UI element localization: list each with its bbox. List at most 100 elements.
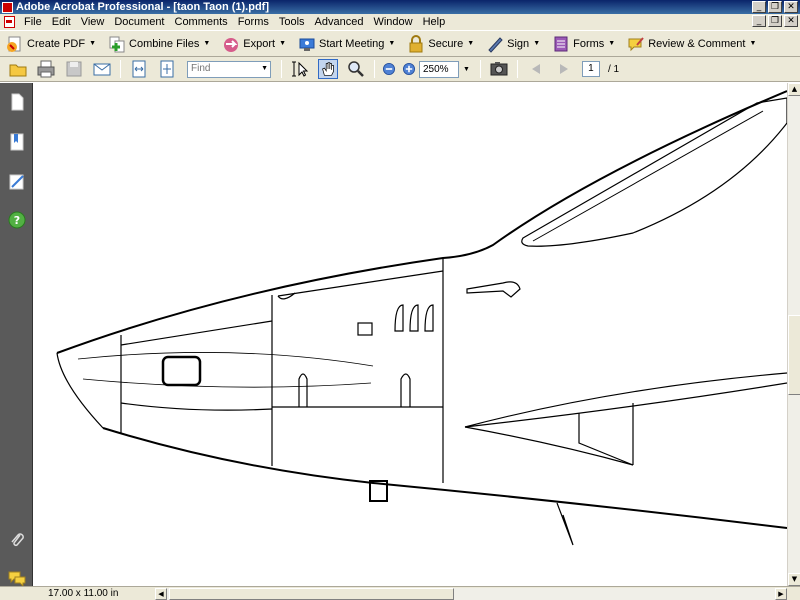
hand-tool-icon[interactable]	[318, 59, 338, 79]
horizontal-scrollbar[interactable]: ◀ ▶	[155, 588, 787, 600]
chevron-down-icon: ▼	[608, 40, 616, 47]
chevron-down-icon: ▼	[467, 40, 475, 47]
page-size-label: 17.00 x 11.00 in	[48, 588, 119, 599]
start-meeting-button[interactable]: Start Meeting ▼	[296, 33, 401, 55]
menu-tools[interactable]: Tools	[274, 16, 310, 28]
acrobat-app-icon[interactable]	[2, 1, 13, 13]
doc-restore-button[interactable]: ❐	[768, 15, 782, 27]
tasks-toolbar: Create PDF ▼ Combine Files ▼ Export ▼ Start…	[0, 30, 800, 57]
status-bar: 17.00 x 11.00 in ◀ ▶	[0, 586, 800, 600]
export-icon	[224, 37, 239, 52]
menu-forms[interactable]: Forms	[233, 16, 274, 28]
menu-help[interactable]: Help	[418, 16, 451, 28]
previous-page-icon[interactable]	[526, 59, 546, 79]
pages-panel-icon[interactable]	[8, 93, 26, 111]
window-controls: _ ❐ ✕	[752, 1, 798, 13]
close-button[interactable]: ✕	[784, 1, 798, 13]
pen-icon	[488, 36, 503, 53]
menu-bar: File Edit View Document Comments Forms T…	[0, 14, 800, 30]
lock-icon	[409, 34, 423, 52]
review-comment-icon	[628, 36, 644, 51]
find-field[interactable]: ▼	[187, 60, 271, 78]
start-meeting-icon	[299, 38, 315, 51]
find-input[interactable]	[191, 62, 257, 74]
save-icon[interactable]	[64, 59, 84, 79]
menu-window[interactable]: Window	[368, 16, 417, 28]
combine-files-button[interactable]: Combine Files ▼	[106, 33, 216, 55]
restore-button[interactable]: ❐	[768, 1, 782, 13]
comments-panel-icon[interactable]	[8, 569, 26, 587]
export-button[interactable]: Export ▼	[220, 33, 292, 55]
toolbar-separator	[479, 60, 481, 78]
chevron-down-icon[interactable]: ▼	[463, 66, 470, 73]
window-title: Adobe Acrobat Professional - [taon Taon …	[16, 1, 269, 13]
signatures-panel-icon[interactable]	[8, 173, 26, 191]
email-icon[interactable]	[92, 59, 112, 79]
toolbar-separator	[374, 60, 375, 78]
export-label: Export	[243, 37, 276, 50]
toolbar-separator	[281, 60, 282, 78]
combine-files-icon	[109, 36, 125, 52]
start-meeting-label: Start Meeting	[319, 37, 385, 50]
toolbar-separator	[516, 60, 518, 78]
create-pdf-button[interactable]: Create PDF ▼	[4, 33, 102, 55]
chevron-down-icon[interactable]: ▼	[261, 65, 268, 72]
secure-label: Secure	[428, 37, 464, 50]
help-icon[interactable]: ?	[8, 211, 26, 229]
vertical-scrollbar[interactable]: ▲ ▼	[787, 83, 800, 586]
attachments-paperclip-icon[interactable]	[8, 531, 26, 549]
menu-edit[interactable]: Edit	[47, 16, 76, 28]
page-number-field[interactable]: 1	[581, 61, 600, 77]
scroll-left-arrow-icon[interactable]: ◀	[155, 588, 167, 600]
doc-minimize-button[interactable]: _	[752, 15, 766, 27]
toolbar-separator	[120, 60, 121, 78]
menu-file[interactable]: File	[19, 16, 47, 28]
zoom-out-icon[interactable]	[381, 59, 397, 79]
chevron-down-icon: ▼	[749, 40, 757, 47]
horizontal-scroll-thumb[interactable]	[169, 588, 454, 600]
doc-close-button[interactable]: ✕	[784, 15, 798, 27]
review-comment-label: Review & Comment	[648, 37, 746, 50]
menu-view[interactable]: View	[76, 16, 110, 28]
fit-width-icon[interactable]	[129, 59, 149, 79]
print-icon[interactable]	[36, 59, 56, 79]
document-icon[interactable]	[4, 16, 15, 28]
scroll-down-arrow-icon[interactable]: ▼	[788, 573, 800, 586]
snapshot-camera-icon[interactable]	[489, 59, 509, 79]
page-total-label: / 1	[607, 63, 620, 75]
zoom-in-icon[interactable]	[401, 59, 417, 79]
zoom-tool-icon[interactable]	[346, 59, 366, 79]
menu-comments[interactable]: Comments	[170, 16, 233, 28]
chevron-down-icon: ▼	[203, 40, 211, 47]
aircraft-drawing	[56, 90, 787, 546]
secure-button[interactable]: Secure ▼	[405, 33, 480, 55]
combine-files-label: Combine Files	[129, 37, 200, 50]
menu-advanced[interactable]: Advanced	[310, 16, 369, 28]
create-pdf-icon	[7, 36, 21, 52]
select-tool-icon[interactable]	[290, 59, 310, 79]
document-view[interactable]	[33, 83, 787, 586]
open-folder-icon[interactable]	[8, 59, 28, 79]
forms-button[interactable]: Forms ▼	[550, 33, 621, 55]
navigation-pane: ?	[0, 83, 33, 587]
file-toolbar: ▼ 250% ▼ 1 / 1	[0, 57, 800, 82]
bookmarks-panel-icon[interactable]	[8, 133, 26, 151]
title-bar: Adobe Acrobat Professional - [taon Taon …	[0, 0, 800, 14]
svg-text:?: ?	[14, 214, 20, 227]
sign-button[interactable]: Sign ▼	[484, 33, 546, 55]
scroll-right-arrow-icon[interactable]: ▶	[775, 588, 787, 600]
next-page-icon[interactable]	[554, 59, 574, 79]
scroll-up-arrow-icon[interactable]: ▲	[788, 83, 800, 96]
vertical-scroll-thumb[interactable]	[788, 315, 800, 395]
chevron-down-icon: ▼	[89, 40, 97, 47]
minimize-button[interactable]: _	[752, 1, 766, 13]
review-comment-button[interactable]: Review & Comment ▼	[625, 33, 762, 55]
zoom-level-field[interactable]: 250%	[419, 60, 459, 78]
forms-icon	[554, 36, 568, 51]
forms-label: Forms	[573, 37, 605, 50]
document-window-controls: _ ❐ ✕	[752, 15, 798, 27]
sign-label: Sign	[507, 37, 530, 50]
fit-page-icon[interactable]	[157, 59, 177, 79]
chevron-down-icon: ▼	[388, 40, 396, 47]
menu-document[interactable]: Document	[109, 16, 169, 28]
